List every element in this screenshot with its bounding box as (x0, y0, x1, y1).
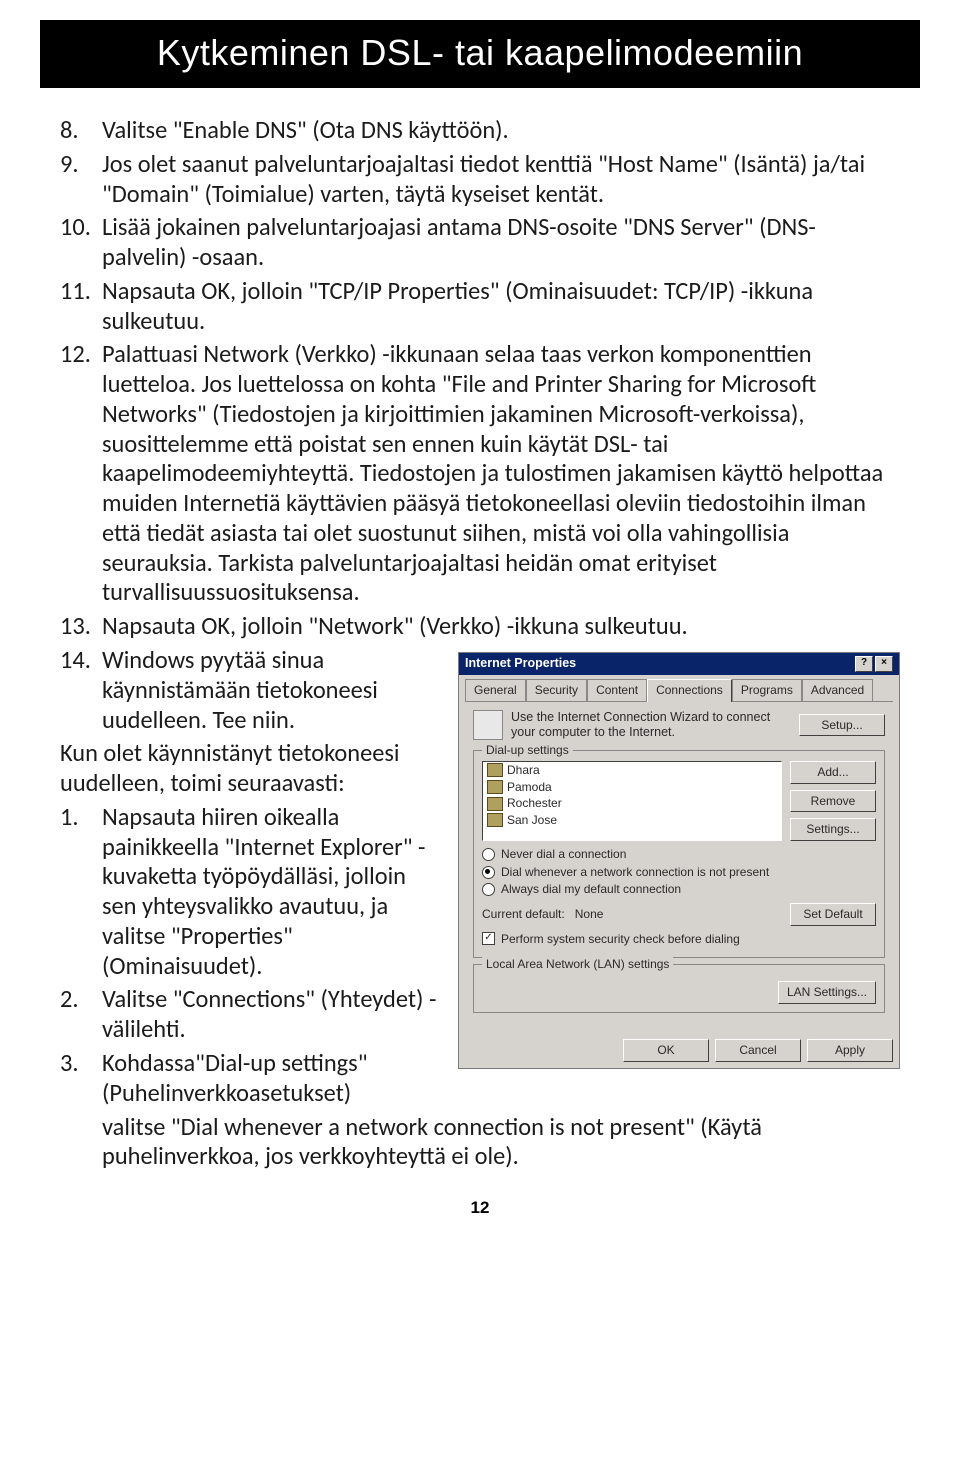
security-check-label: Perform system security check before dia… (501, 932, 740, 947)
numbered-step: 9.Jos olet saanut palveluntarjoajaltasi … (60, 150, 900, 210)
dialup-item-label: Dhara (507, 763, 540, 778)
radio-label: Never dial a connection (501, 847, 626, 862)
checkbox-icon[interactable] (482, 932, 495, 945)
tab-strip: GeneralSecurityContentConnectionsProgram… (459, 675, 899, 701)
step-14: 14. Windows pyytää sinua käynnistämään t… (60, 646, 444, 735)
step-text: Napsauta hiiren oikealla painikkeella "I… (102, 803, 444, 982)
tab-programs[interactable]: Programs (732, 679, 802, 701)
tab-advanced[interactable]: Advanced (802, 679, 873, 701)
step-number: 13. (60, 612, 102, 642)
dialup-list-item[interactable]: Dhara (483, 762, 781, 779)
lan-group-label: Local Area Network (LAN) settings (482, 957, 673, 972)
lan-settings-button[interactable]: LAN Settings... (778, 981, 876, 1004)
step-text: Windows pyytää sinua käynnistämään tieto… (102, 646, 444, 735)
step-number: 1. (60, 803, 102, 982)
step-text: Lisää jokainen palveluntarjoajasi antama… (102, 213, 900, 273)
numbered-step: 8.Valitse "Enable DNS" (Ota DNS käyttöön… (60, 116, 900, 146)
dialup-item-label: San Jose (507, 813, 557, 828)
numbered-step: 12.Palattuasi Network (Verkko) -ikkunaan… (60, 340, 900, 608)
step-text: Valitse "Enable DNS" (Ota DNS käyttöön). (102, 116, 900, 146)
step-text: Kohdassa"Dial-up settings" (Puhelinverkk… (102, 1049, 444, 1109)
step-number: 3. (60, 1049, 102, 1109)
step-number: 9. (60, 150, 102, 210)
step-3b: valitse "Dial whenever a network connect… (102, 1113, 900, 1173)
dialog-titlebar: Internet Properties ? × (459, 653, 899, 675)
set-default-button[interactable]: Set Default (790, 903, 876, 926)
page-number: 12 (60, 1198, 900, 1218)
connection-icon (487, 780, 503, 794)
internet-properties-dialog: Internet Properties ? × GeneralSecurityC… (458, 652, 900, 1069)
dial-radio-option[interactable]: Always dial my default connection (482, 882, 876, 897)
help-button[interactable]: ? (855, 656, 873, 672)
radio-icon[interactable] (482, 848, 495, 861)
radio-icon[interactable] (482, 883, 495, 896)
radio-label: Dial whenever a network connection is no… (501, 865, 769, 880)
lan-settings-group: Local Area Network (LAN) settings LAN Se… (473, 964, 885, 1013)
tab-connections[interactable]: Connections (647, 679, 732, 702)
dialog-title-text: Internet Properties (465, 656, 576, 671)
numbered-step: 11.Napsauta OK, jolloin "TCP/IP Properti… (60, 277, 900, 337)
step-text: Valitse "Connections" (Yhteydet) -välile… (102, 985, 444, 1045)
connection-icon (487, 813, 503, 827)
dialup-item-label: Pamoda (507, 780, 552, 795)
dialup-list-item[interactable]: San Jose (483, 812, 781, 829)
close-button[interactable]: × (875, 656, 893, 672)
connection-icon (487, 797, 503, 811)
step-number: 11. (60, 277, 102, 337)
security-check-row[interactable]: Perform system security check before dia… (482, 932, 876, 947)
step-text: Jos olet saanut palveluntarjoajaltasi ti… (102, 150, 900, 210)
setup-button[interactable]: Setup... (799, 714, 885, 737)
step-text: Napsauta OK, jolloin "TCP/IP Properties"… (102, 277, 900, 337)
current-default-label: Current default: (482, 907, 565, 921)
radio-label: Always dial my default connection (501, 882, 681, 897)
add-button[interactable]: Add... (790, 761, 876, 784)
tab-content[interactable]: Content (587, 679, 647, 701)
current-default-value: None (575, 907, 604, 921)
step-text: Napsauta OK, jolloin "Network" (Verkko) … (102, 612, 900, 642)
body-content: 8.Valitse "Enable DNS" (Ota DNS käyttöön… (60, 116, 900, 1172)
dialup-list-item[interactable]: Pamoda (483, 779, 781, 796)
numbered-step: 1.Napsauta hiiren oikealla painikkeella … (60, 803, 444, 982)
numbered-step: 2.Valitse "Connections" (Yhteydet) -väli… (60, 985, 444, 1045)
connections-tab-body: Use the Internet Connection Wizard to co… (465, 701, 893, 1027)
connection-icon (487, 763, 503, 777)
settings-button[interactable]: Settings... (790, 818, 876, 841)
dialup-settings-group: Dial-up settings DharaPamodaRochesterSan… (473, 750, 885, 958)
ok-button[interactable]: OK (623, 1039, 709, 1062)
followup-text: Kun olet käynnistänyt tietokoneesi uudel… (60, 739, 444, 799)
wizard-icon (473, 710, 503, 740)
radio-icon[interactable] (482, 866, 495, 879)
step-text: Palattuasi Network (Verkko) -ikkunaan se… (102, 340, 900, 608)
remove-button[interactable]: Remove (790, 790, 876, 813)
tab-security[interactable]: Security (526, 679, 587, 701)
wizard-info-text: Use the Internet Connection Wizard to co… (511, 710, 791, 741)
numbered-step: 10.Lisää jokainen palveluntarjoajasi ant… (60, 213, 900, 273)
page-title: Kytkeminen DSL- tai kaapelimodeemiin (40, 20, 920, 88)
apply-button[interactable]: Apply (807, 1039, 893, 1062)
dialup-group-label: Dial-up settings (482, 743, 573, 758)
step-number: 8. (60, 116, 102, 146)
tab-general[interactable]: General (465, 679, 526, 701)
step-number: 12. (60, 340, 102, 608)
dialup-list-item[interactable]: Rochester (483, 795, 781, 812)
dial-radio-option[interactable]: Dial whenever a network connection is no… (482, 865, 876, 880)
dial-radio-option[interactable]: Never dial a connection (482, 847, 876, 862)
cancel-button[interactable]: Cancel (715, 1039, 801, 1062)
dialup-listbox[interactable]: Dhara PamodaRochester San Jose (482, 761, 782, 841)
step-3a: 3. Kohdassa"Dial-up settings" (Puhelinve… (60, 1049, 444, 1109)
step-number: 14. (60, 646, 102, 735)
numbered-step: 13.Napsauta OK, jolloin "Network" (Verkk… (60, 612, 900, 642)
step-number: 2. (60, 985, 102, 1045)
step-number: 10. (60, 213, 102, 273)
dialup-item-label: Rochester (507, 796, 562, 811)
